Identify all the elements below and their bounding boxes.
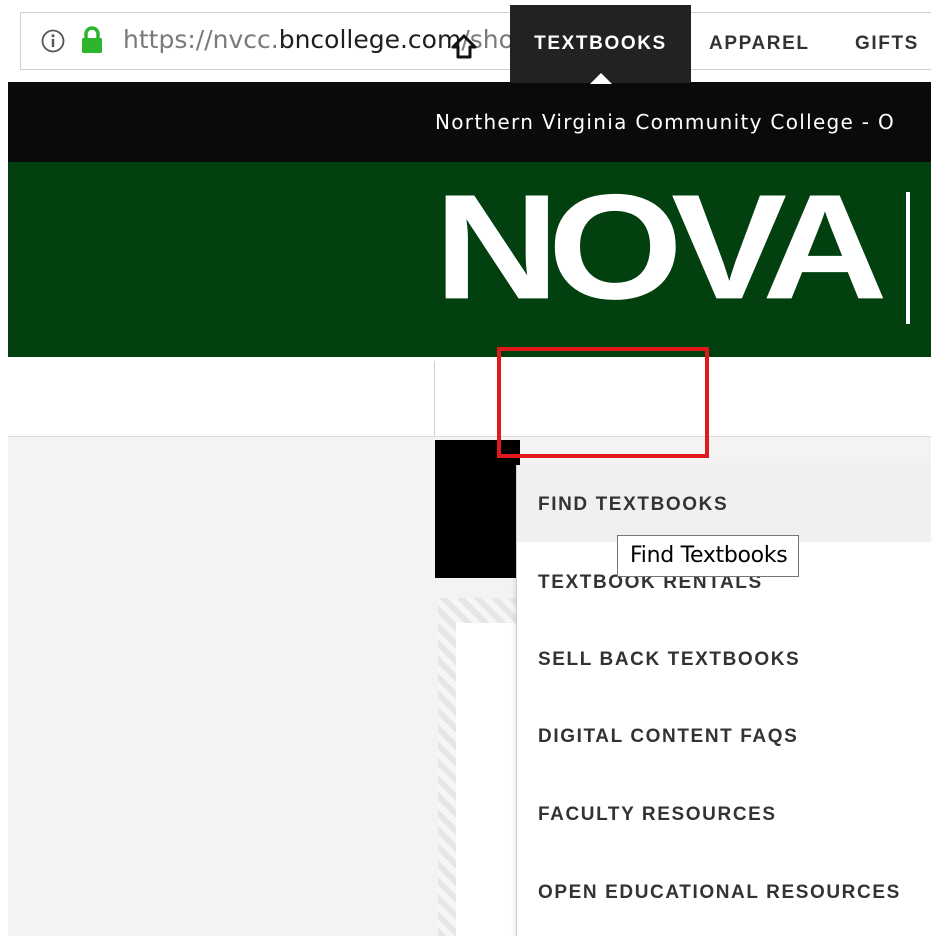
home-icon[interactable] — [451, 34, 477, 60]
tooltip: Find Textbooks — [617, 535, 799, 577]
highlight-annotation-box — [497, 347, 709, 458]
logo-divider — [906, 192, 910, 324]
menu-item-label: FACULTY RESOURCES — [538, 804, 777, 825]
nova-logo[interactable]: NOVA — [434, 172, 888, 322]
hero-banner — [435, 440, 520, 578]
info-icon[interactable] — [41, 29, 65, 53]
content-card — [456, 623, 520, 936]
menu-item-open-educational-resources[interactable]: OPEN EDUCATIONAL RESOURCES — [517, 853, 931, 930]
nav-tab-gifts[interactable]: GIFTS — [855, 33, 919, 55]
menu-item-faculty-resources[interactable]: FACULTY RESOURCES — [517, 775, 931, 852]
brand-header: NOVA — [8, 162, 931, 357]
url-domain: bncollege.com — [278, 25, 462, 54]
menu-item-sell-back-textbooks[interactable]: SELL BACK TEXTBOOKS — [517, 620, 931, 697]
nav-tab-textbooks[interactable]: TEXTBOOKS — [510, 5, 691, 84]
menu-item-label: SELL BACK TEXTBOOKS — [538, 649, 801, 670]
menu-item-label: OPEN EDUCATIONAL RESOURCES — [538, 882, 901, 903]
nav-tab-textbooks-label: TEXTBOOKS — [534, 33, 667, 54]
menu-item-find-textbooks[interactable]: FIND TEXTBOOKS — [517, 465, 931, 542]
menu-item-label: DIGITAL CONTENT FAQS — [538, 726, 799, 747]
lock-icon — [82, 26, 102, 53]
nav-separator — [434, 361, 435, 437]
main-nav — [8, 357, 931, 437]
nav-tab-apparel[interactable]: APPAREL — [709, 33, 810, 55]
url-prefix: https://nvcc. — [123, 25, 279, 54]
announcement-text: Northern Virginia Community College - O — [435, 110, 896, 134]
nav-pointer-caret — [590, 73, 612, 84]
menu-item-digital-content-faqs[interactable]: DIGITAL CONTENT FAQS — [517, 697, 931, 774]
menu-item-label: FIND TEXTBOOKS — [538, 494, 729, 515]
announcement-bar: Northern Virginia Community College - O — [8, 82, 931, 162]
